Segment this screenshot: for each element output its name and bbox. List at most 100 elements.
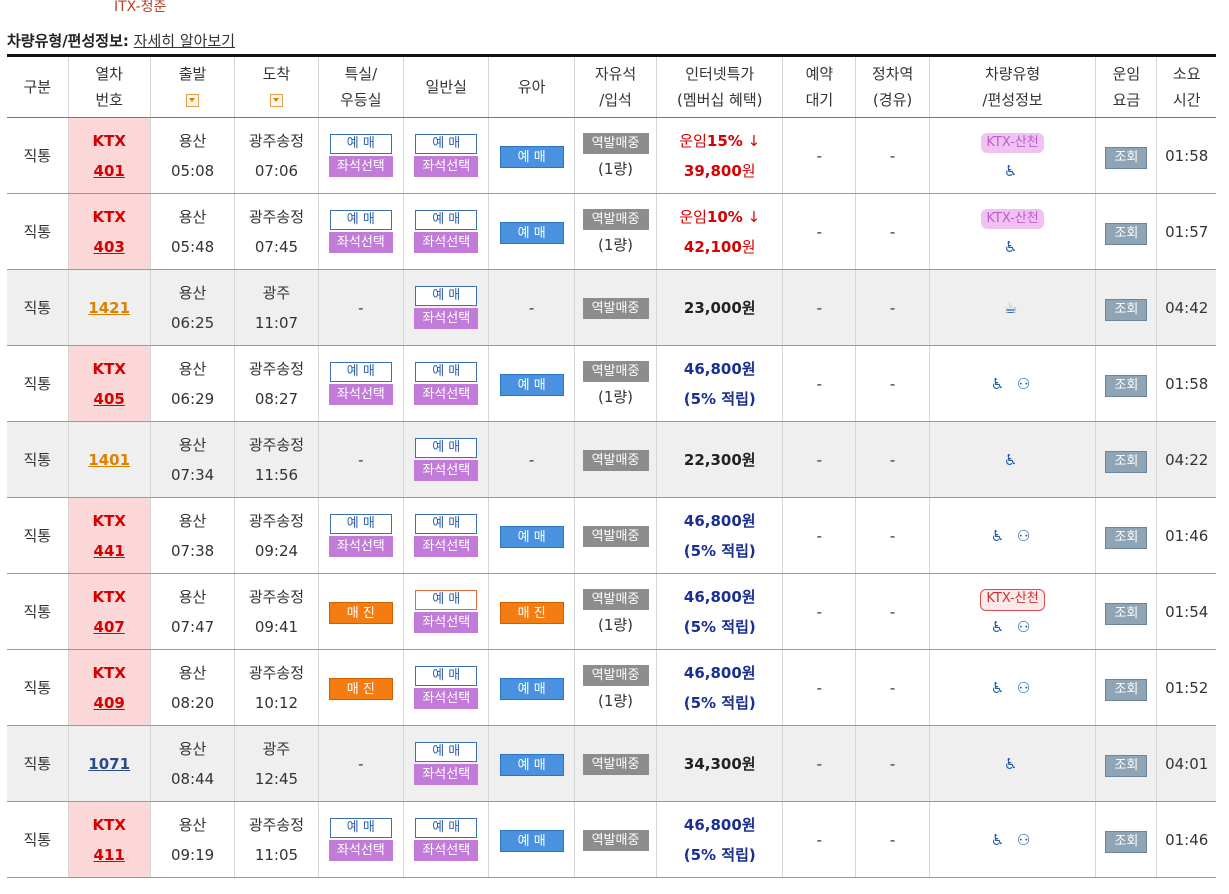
depart-time: 08:20 xyxy=(170,693,215,712)
train-number-link[interactable]: 409 xyxy=(94,694,125,712)
book-general-button[interactable]: 예 매 xyxy=(415,818,478,838)
book-special-button[interactable]: 예 매 xyxy=(329,362,392,382)
seat-select-special-button[interactable]: 좌석선택 xyxy=(328,156,393,177)
col-arrive[interactable]: 도착 xyxy=(234,54,319,118)
train-number-link[interactable]: 1401 xyxy=(88,451,130,469)
sort-depart-icon[interactable] xyxy=(186,94,200,107)
table-row: 직통 KTX 405 용산 06:29 광주송정 08:27 예 매 좌석선택 예 매 좌석선택 예 … xyxy=(7,345,1216,422)
seat-select-special-button[interactable]: 좌석선택 xyxy=(328,840,393,861)
book-special-button[interactable]: 예 매 xyxy=(329,134,392,154)
train-number-link[interactable]: 407 xyxy=(94,618,125,636)
arrive-station: 광주송정 xyxy=(248,815,305,834)
sort-arrive-icon[interactable] xyxy=(269,94,283,107)
book-general-button[interactable]: 예 매 xyxy=(415,742,478,762)
arrive-station: 광주송정 xyxy=(248,587,305,606)
infant-cell: 매 진 xyxy=(488,573,575,650)
waitlist-cell: - xyxy=(782,725,856,802)
infant-cell: 예 매 xyxy=(488,345,575,422)
fare-lookup-button[interactable]: 조회 xyxy=(1105,222,1148,245)
discount-fare: 42,100 xyxy=(683,237,742,256)
fare-lookup-cell: 조회 xyxy=(1095,117,1157,194)
route-type-cell: 직통 xyxy=(7,269,68,346)
seat-select-general-button[interactable]: 좌석선택 xyxy=(414,536,479,557)
col-vehicle: 차량유형/편성정보 xyxy=(928,54,1096,118)
waitlist-value: - xyxy=(816,146,823,165)
fare-lookup-button[interactable]: 조회 xyxy=(1105,450,1148,473)
book-special-button[interactable]: 예 매 xyxy=(329,210,392,230)
seat-select-general-button[interactable]: 좌석선택 xyxy=(414,688,479,709)
won-unit: 원 xyxy=(741,587,756,606)
seat-select-general-button[interactable]: 좌석선택 xyxy=(414,840,479,861)
book-general-button[interactable]: 예 매 xyxy=(415,666,478,686)
seat-select-special-button[interactable]: 좌석선택 xyxy=(328,232,393,253)
waitlist-value: - xyxy=(816,602,823,621)
book-general-button[interactable]: 예 매 xyxy=(415,362,478,382)
train-number-link[interactable]: 403 xyxy=(94,238,125,256)
duration-value: 01:52 xyxy=(1165,678,1209,697)
fare-lookup-button[interactable]: 조회 xyxy=(1105,678,1148,701)
arrive-time: 07:45 xyxy=(254,237,299,256)
route-type-cell: 직통 xyxy=(7,801,68,878)
depart-time: 06:25 xyxy=(170,313,215,332)
fare-lookup-button[interactable]: 조회 xyxy=(1105,602,1148,625)
seat-select-general-button[interactable]: 좌석선택 xyxy=(414,232,479,253)
train-number-link[interactable]: 411 xyxy=(94,846,125,864)
learn-more-link[interactable]: 자세히 알아보기 xyxy=(134,32,235,50)
col-fare: 운임 요금 xyxy=(1095,54,1157,118)
book-special-button[interactable]: 예 매 xyxy=(329,514,392,534)
depart-station: 용산 xyxy=(178,207,207,226)
fare-lookup-button[interactable]: 조회 xyxy=(1105,298,1148,321)
fare-lookup-button[interactable]: 조회 xyxy=(1105,754,1148,777)
book-general-button[interactable]: 예 매 xyxy=(415,514,478,534)
book-general-button[interactable]: 예 매 xyxy=(415,286,478,306)
seat-select-general-button[interactable]: 좌석선택 xyxy=(414,764,479,785)
seat-select-general-button[interactable]: 좌석선택 xyxy=(414,156,479,177)
cafe-icon: ☕ xyxy=(1003,298,1022,317)
train-number-link[interactable]: 405 xyxy=(94,390,125,408)
seat-select-special-button[interactable]: 좌석선택 xyxy=(328,536,393,557)
book-general-button[interactable]: 예 매 xyxy=(415,134,478,154)
duration-value: 04:42 xyxy=(1165,298,1209,317)
seat-select-general-button[interactable]: 좌석선택 xyxy=(414,460,479,481)
seat-select-general-button[interactable]: 좌석선택 xyxy=(414,612,479,633)
fare-lookup-button[interactable]: 조회 xyxy=(1105,146,1148,169)
seat-select-general-button[interactable]: 좌석선택 xyxy=(414,308,479,329)
book-infant-button[interactable]: 예 매 xyxy=(499,829,564,852)
internet-fare-cell: 46,800원 (5% 적립) xyxy=(656,649,783,726)
train-number-link[interactable]: 441 xyxy=(94,542,125,560)
fare-lookup-button[interactable]: 조회 xyxy=(1105,830,1148,853)
book-infant-button[interactable]: 예 매 xyxy=(499,753,564,776)
book-special-button[interactable]: 예 매 xyxy=(329,818,392,838)
book-general-button[interactable]: 예 매 xyxy=(415,210,478,230)
infant-cell: 예 매 xyxy=(488,649,575,726)
won-unit: 원 xyxy=(741,237,756,256)
arrive-station: 광주송정 xyxy=(248,663,305,682)
duration-cell: 01:57 xyxy=(1156,193,1216,270)
col-depart[interactable]: 출발 xyxy=(149,54,235,118)
won-unit: 원 xyxy=(741,450,756,469)
sold-out-infant-badge: 매 진 xyxy=(499,601,564,624)
seat-select-general-button[interactable]: 좌석선택 xyxy=(414,384,479,405)
train-number-link[interactable]: 401 xyxy=(94,162,125,180)
book-infant-button[interactable]: 예 매 xyxy=(499,221,564,244)
seat-select-special-button[interactable]: 좌석선택 xyxy=(328,384,393,405)
train-number-link[interactable]: 1071 xyxy=(88,755,130,773)
book-infant-button[interactable]: 예 매 xyxy=(499,677,564,700)
fare-value: 34,300 xyxy=(683,754,742,773)
arrive-time: 11:05 xyxy=(254,845,299,864)
depart-station: 용산 xyxy=(178,815,207,834)
book-general-button[interactable]: 예 매 xyxy=(415,590,478,610)
won-unit: 원 xyxy=(741,754,756,773)
won-unit: 원 xyxy=(741,161,756,180)
book-infant-button[interactable]: 예 매 xyxy=(499,145,564,168)
special-class-cell: 매 진 xyxy=(317,649,404,726)
book-infant-button[interactable]: 예 매 xyxy=(499,373,564,396)
train-number-link[interactable]: 1421 xyxy=(88,299,130,317)
fare-lookup-button[interactable]: 조회 xyxy=(1105,526,1148,549)
fare-lookup-cell: 조회 xyxy=(1095,193,1157,270)
fare-lookup-button[interactable]: 조회 xyxy=(1105,374,1148,397)
depart-cell: 용산 07:38 xyxy=(149,497,235,574)
won-unit: 원 xyxy=(741,815,756,834)
book-infant-button[interactable]: 예 매 xyxy=(499,525,564,548)
book-general-button[interactable]: 예 매 xyxy=(415,438,478,458)
